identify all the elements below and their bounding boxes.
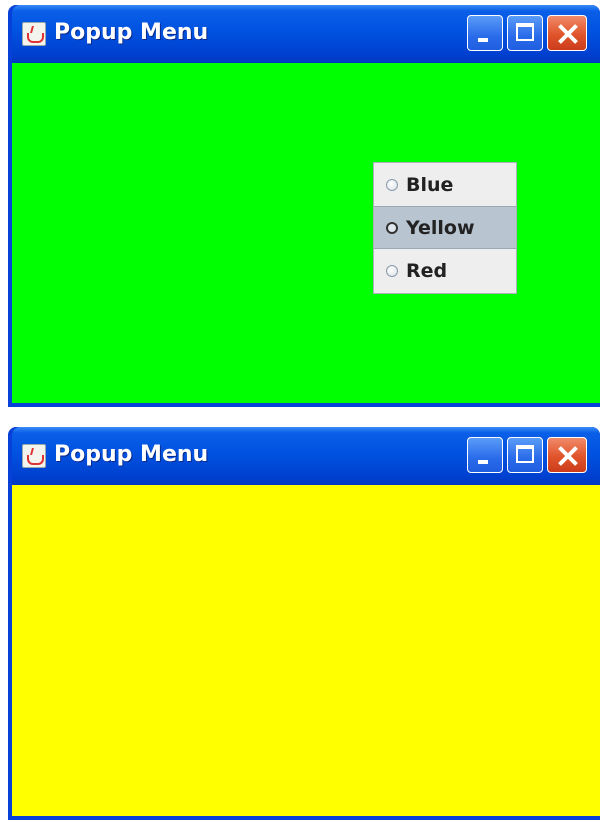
window-title: Popup Menu — [54, 20, 209, 45]
content-panel-yellow[interactable] — [12, 485, 600, 816]
content-panel-green[interactable]: Blue Yellow Red — [12, 63, 600, 403]
popup-menu-window-green: Popup Menu Blue Yellow Red — [8, 5, 600, 407]
menu-item-blue[interactable]: Blue — [374, 163, 516, 206]
radio-icon — [386, 221, 398, 234]
popup-menu-window-yellow: Popup Menu — [8, 427, 600, 820]
minimize-button[interactable] — [467, 437, 503, 473]
maximize-button[interactable] — [507, 15, 543, 51]
menu-item-label: Red — [406, 259, 448, 282]
window-title: Popup Menu — [54, 442, 209, 467]
close-button[interactable] — [547, 15, 587, 51]
menu-item-label: Blue — [406, 173, 454, 196]
radio-icon — [386, 264, 398, 277]
close-button[interactable] — [547, 437, 587, 473]
title-bar[interactable]: Popup Menu — [12, 5, 600, 63]
minimize-button[interactable] — [467, 15, 503, 51]
java-coffee-cup-icon[interactable] — [22, 22, 46, 46]
menu-item-label: Yellow — [406, 216, 475, 239]
maximize-button[interactable] — [507, 437, 543, 473]
menu-item-red[interactable]: Red — [374, 249, 516, 292]
java-coffee-cup-icon[interactable] — [22, 444, 46, 468]
menu-item-yellow[interactable]: Yellow — [374, 206, 516, 249]
radio-icon — [386, 178, 398, 191]
title-bar[interactable]: Popup Menu — [12, 427, 600, 485]
popup-menu: Blue Yellow Red — [373, 162, 517, 294]
